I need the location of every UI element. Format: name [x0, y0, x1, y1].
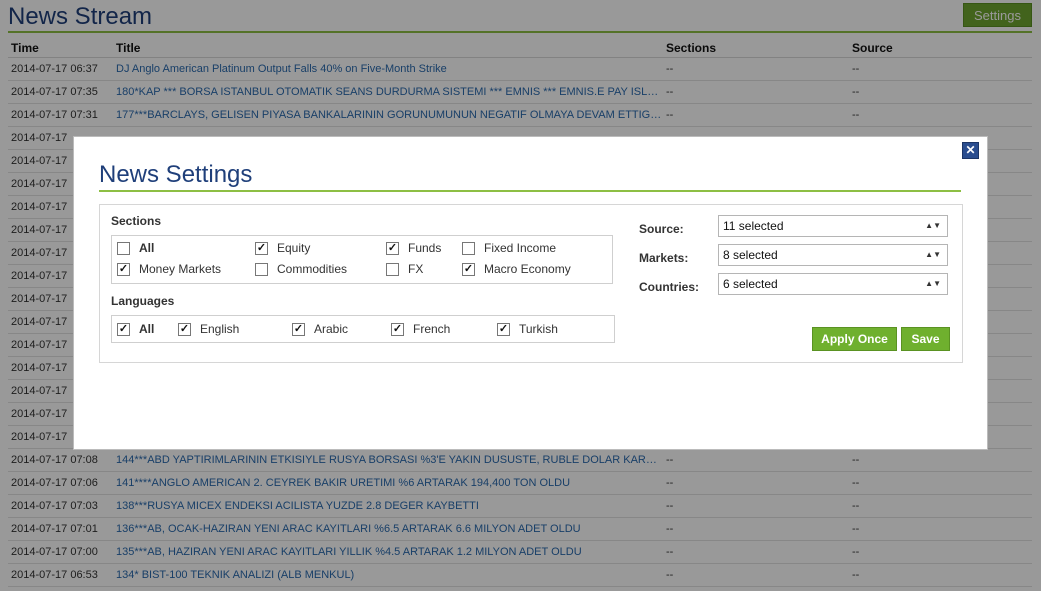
- markets-select-value: 8 selected: [723, 248, 778, 262]
- checkbox-icon[interactable]: [117, 241, 130, 255]
- checkbox-label: Equity: [277, 241, 311, 255]
- language-checkbox-turkish[interactable]: ✓ Turkish: [497, 322, 558, 336]
- checkbox-label: All: [139, 322, 155, 336]
- source-select-value: 11 selected: [723, 219, 784, 233]
- checkbox-icon[interactable]: [255, 262, 268, 276]
- sections-box: All ✓ Equity ✓ Funds Fixed Income ✓ Mone…: [111, 235, 613, 284]
- select-arrows-icon: ▲▼: [925, 250, 941, 259]
- markets-label: Markets:: [639, 251, 689, 265]
- checkbox-label: French: [413, 322, 451, 336]
- section-checkbox-commodities[interactable]: Commodities: [255, 262, 347, 276]
- language-checkbox-english[interactable]: ✓ English: [178, 322, 239, 336]
- checkbox-icon[interactable]: ✓: [462, 262, 475, 276]
- apply-once-button[interactable]: Apply Once: [812, 327, 897, 351]
- section-checkbox-equity[interactable]: ✓ Equity: [255, 241, 310, 255]
- countries-label: Countries:: [639, 280, 699, 294]
- source-label: Source:: [639, 222, 684, 236]
- checkbox-icon[interactable]: ✓: [497, 322, 510, 336]
- checkbox-icon[interactable]: [462, 241, 475, 255]
- section-checkbox-all[interactable]: All: [117, 241, 154, 255]
- language-checkbox-all[interactable]: ✓ All: [117, 322, 154, 336]
- languages-box: ✓ All ✓ English ✓ Arabic ✓ French ✓ Turk…: [111, 315, 615, 343]
- section-checkbox-fx[interactable]: FX: [386, 262, 423, 276]
- checkbox-label: Money Markets: [139, 262, 222, 276]
- checkbox-icon[interactable]: ✓: [117, 322, 130, 336]
- countries-select[interactable]: 6 selected ▲▼: [718, 273, 948, 295]
- checkbox-label: Macro Economy: [484, 262, 571, 276]
- checkbox-label: Fixed Income: [484, 241, 557, 255]
- checkbox-icon[interactable]: ✓: [391, 322, 404, 336]
- checkbox-label: Commodities: [277, 262, 348, 276]
- select-arrows-icon: ▲▼: [925, 279, 941, 288]
- language-checkbox-arabic[interactable]: ✓ Arabic: [292, 322, 348, 336]
- news-settings-dialog: ✕ News Settings Sections All ✓ Equity ✓ …: [73, 136, 988, 450]
- section-checkbox-macro-economy[interactable]: ✓ Macro Economy: [462, 262, 571, 276]
- checkbox-label: Turkish: [519, 322, 558, 336]
- languages-label: Languages: [111, 294, 175, 308]
- settings-panel: Sections All ✓ Equity ✓ Funds Fixed Inco…: [99, 204, 963, 363]
- sections-label: Sections: [111, 214, 162, 228]
- close-icon[interactable]: ✕: [962, 142, 979, 159]
- save-button[interactable]: Save: [901, 327, 950, 351]
- checkbox-label: Funds: [408, 241, 442, 255]
- language-checkbox-french[interactable]: ✓ French: [391, 322, 450, 336]
- dialog-title: News Settings: [99, 161, 253, 188]
- checkbox-label: English: [200, 322, 240, 336]
- select-arrows-icon: ▲▼: [925, 221, 941, 230]
- source-select[interactable]: 11 selected ▲▼: [718, 215, 948, 237]
- checkbox-icon[interactable]: ✓: [255, 241, 268, 255]
- checkbox-label: All: [139, 241, 155, 255]
- checkbox-icon[interactable]: ✓: [117, 262, 130, 276]
- checkbox-label: Arabic: [314, 322, 349, 336]
- checkbox-label: FX: [408, 262, 424, 276]
- checkbox-icon[interactable]: [386, 262, 399, 276]
- dialog-title-divider: [99, 190, 961, 192]
- markets-select[interactable]: 8 selected ▲▼: [718, 244, 948, 266]
- checkbox-icon[interactable]: ✓: [292, 322, 305, 336]
- section-checkbox-fixed-income[interactable]: Fixed Income: [462, 241, 556, 255]
- section-checkbox-funds[interactable]: ✓ Funds: [386, 241, 441, 255]
- checkbox-icon[interactable]: ✓: [178, 322, 191, 336]
- countries-select-value: 6 selected: [723, 277, 778, 291]
- checkbox-icon[interactable]: ✓: [386, 241, 399, 255]
- section-checkbox-money-markets[interactable]: ✓ Money Markets: [117, 262, 221, 276]
